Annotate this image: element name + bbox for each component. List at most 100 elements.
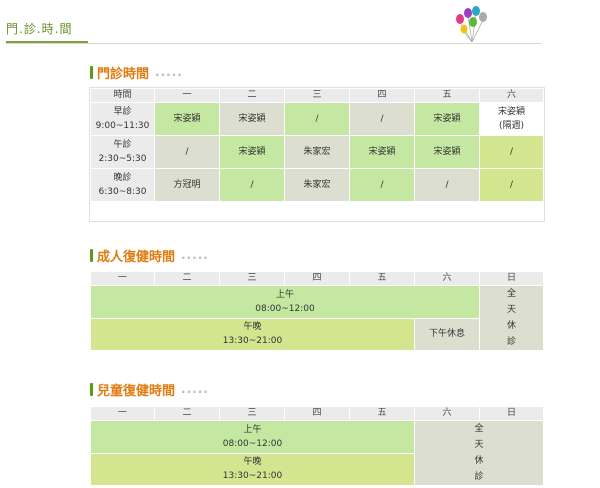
session-label: 晚診 6:30~8:30	[90, 168, 155, 202]
col-header: 三	[284, 88, 350, 103]
col-header: 三	[219, 271, 285, 286]
schedule-cell-saturday: 宋姿穎 (隔週)	[479, 102, 544, 136]
session-label: 早診 9:00~11:30	[90, 102, 155, 136]
clinic-row-afternoon: 午診 2:30~5:30 / 宋姿穎 朱家宏 宋姿穎 宋姿穎 /	[90, 135, 544, 169]
title-bar-icon	[90, 65, 93, 79]
schedule-cell: /	[349, 168, 415, 202]
closed-char: 休	[506, 321, 516, 331]
adult-title-text: 成人復健時間	[97, 249, 176, 265]
schedule-cell: 方冠明	[154, 168, 220, 202]
schedule-cell: 宋姿穎	[154, 102, 220, 136]
schedule-cell: 宋姿穎	[219, 102, 285, 136]
clinic-row-morning: 早診 9:00~11:30 宋姿穎 宋姿穎 / / 宋姿穎 宋姿穎 (隔週)	[90, 102, 544, 136]
schedule-cell: /	[284, 102, 350, 136]
schedule-cell: 宋姿穎	[219, 135, 285, 169]
morning-block: 上午 08:00~12:00	[90, 420, 415, 454]
closed-char: 全	[506, 289, 516, 299]
page-title-text: 門.診.時.間	[6, 22, 73, 36]
session-time: 08:00~12:00	[222, 438, 283, 449]
child-table: 一 二 三 四 五 六 日 上午 08:00~12:00 全 天 休 診 午晚 …	[90, 406, 544, 486]
session-name: 晚診	[113, 173, 132, 183]
sunday-closed: 全 天 休 診	[479, 285, 544, 351]
clinic-table: 時間 一 二 三 四 五 六 早診 9:00~11:30 宋姿穎 宋姿穎 / /…	[90, 88, 544, 202]
child-header-row: 一 二 三 四 五 六 日	[90, 406, 544, 421]
schedule-cell: /	[219, 168, 285, 202]
adult-header-row: 一 二 三 四 五 六 日	[90, 271, 544, 286]
adult-row-morning: 上午 08:00~12:00 全 天 休 診	[90, 285, 544, 351]
col-header: 二	[154, 271, 220, 286]
clinic-title-text: 門診時間	[97, 66, 150, 82]
session-name: 午診	[113, 140, 132, 150]
child-row-morning: 上午 08:00~12:00 全 天 休 診	[90, 420, 544, 486]
child-title-text: 兒童復健時間	[97, 383, 176, 399]
closed-char: 天	[474, 440, 484, 450]
col-header: 五	[349, 406, 415, 421]
title-bar-icon	[90, 248, 93, 262]
saturday-afternoon-rest: 下午休息	[414, 317, 480, 351]
schedule-cell: /	[414, 168, 480, 202]
clinic-section-title: 門診時間 .....	[90, 63, 183, 82]
adult-table: 一 二 三 四 五 六 日 上午 08:00~12:00 全 天 休 診 午晚 …	[90, 271, 544, 351]
col-header: 三	[219, 406, 285, 421]
col-header: 時間	[90, 88, 155, 103]
adult-row-evening: 午晚 13:30~21:00 下午休息	[90, 317, 544, 351]
col-header: 五	[349, 271, 415, 286]
col-header: 四	[284, 406, 350, 421]
clinic-row-evening: 晚診 6:30~8:30 方冠明 / 朱家宏 / / /	[90, 168, 544, 202]
col-header: 六	[414, 406, 480, 421]
session-time: 13:30~21:00	[222, 471, 283, 482]
col-header: 日	[479, 406, 544, 421]
col-header: 四	[349, 88, 415, 103]
col-header: 一	[90, 406, 155, 421]
evening-block: 午晚 13:30~21:00	[90, 317, 415, 351]
closed-char: 休	[474, 456, 484, 466]
schedule-cell: 宋姿穎	[414, 102, 480, 136]
closed-char: 診	[506, 337, 516, 347]
child-section-title: 兒童復健時間 .....	[90, 380, 209, 399]
session-time: 6:30~8:30	[98, 187, 147, 197]
title-dots-icon: .....	[155, 65, 183, 79]
col-header: 日	[479, 271, 544, 286]
doctor-name: 宋姿穎	[497, 107, 525, 117]
title-bar-icon	[90, 382, 93, 396]
morning-block: 上午 08:00~12:00	[90, 285, 480, 319]
weekend-closed: 全 天 休 診	[414, 420, 544, 486]
schedule-cell: 朱家宏	[284, 168, 350, 202]
title-dots-icon: .....	[181, 248, 209, 262]
schedule-cell: 宋姿穎	[414, 135, 480, 169]
session-name: 早診	[113, 107, 132, 117]
session-name: 午晚	[243, 322, 262, 333]
biweekly-note: (隔週)	[498, 121, 525, 131]
col-header: 六	[479, 88, 544, 103]
schedule-cell: /	[154, 135, 220, 169]
col-header: 一	[154, 88, 220, 103]
closed-char: 診	[474, 472, 484, 482]
closed-char: 全	[474, 424, 484, 434]
schedule-cell: /	[479, 168, 544, 202]
schedule-cell: /	[349, 102, 415, 136]
evening-block: 午晚 13:30~21:00	[90, 452, 415, 486]
col-header: 一	[90, 271, 155, 286]
schedule-cell: /	[479, 135, 544, 169]
col-header: 二	[219, 88, 285, 103]
session-time: 08:00~12:00	[255, 303, 315, 314]
clinic-header-row: 時間 一 二 三 四 五 六	[90, 88, 544, 103]
closed-char: 天	[506, 305, 516, 315]
session-time: 9:00~11:30	[95, 121, 150, 131]
session-label: 午診 2:30~5:30	[90, 135, 155, 169]
page-title: 門.診.時.間	[6, 17, 88, 44]
col-header: 六	[414, 271, 480, 286]
schedule-cell: 朱家宏	[284, 135, 350, 169]
col-header: 五	[414, 88, 480, 103]
title-dots-icon: .....	[181, 382, 209, 396]
col-header: 二	[154, 406, 220, 421]
session-name: 午晚	[243, 457, 262, 468]
session-name: 上午	[275, 289, 294, 300]
col-header: 四	[284, 271, 350, 286]
balloons-icon	[456, 6, 487, 43]
session-time: 13:30~21:00	[222, 336, 283, 347]
session-time: 2:30~5:30	[98, 154, 147, 164]
adult-section-title: 成人復健時間 .....	[90, 246, 209, 265]
schedule-cell: 宋姿穎	[349, 135, 415, 169]
session-name: 上午	[243, 424, 262, 435]
